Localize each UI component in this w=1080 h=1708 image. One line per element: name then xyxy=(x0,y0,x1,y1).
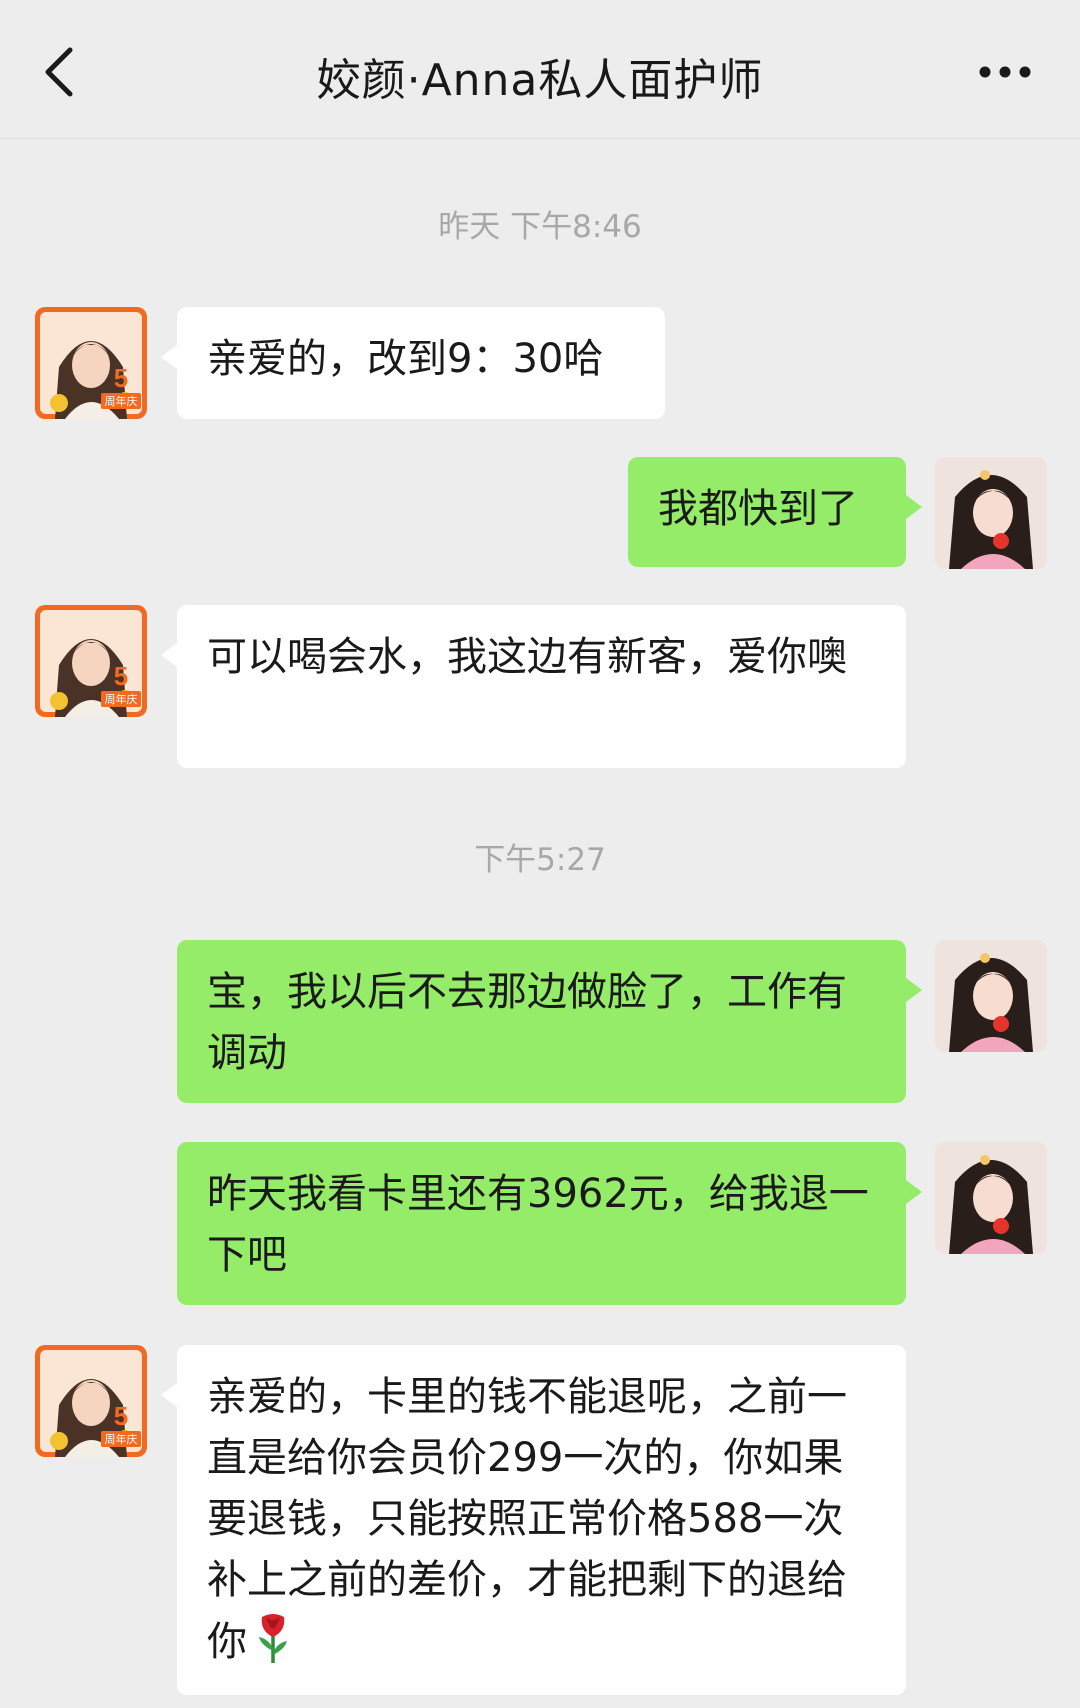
message-text: 宝，我以后不去那边做脸了，工作有调动 xyxy=(207,969,847,1076)
message-text: 可以喝会水，我这边有新客，爱你噢 xyxy=(207,634,847,680)
badge-number: 5 xyxy=(114,1401,128,1431)
my-avatar[interactable] xyxy=(935,457,1047,569)
message-text: 我都快到了 xyxy=(658,486,858,532)
avatar-photo xyxy=(935,940,1047,1052)
contact-avatar[interactable]: 5 周年庆 xyxy=(35,605,147,717)
my-avatar[interactable] xyxy=(935,940,1047,1052)
timestamp: 下午5:27 xyxy=(474,842,606,878)
avatar-photo xyxy=(935,1142,1047,1254)
avatar-illustration: 5 周年庆 xyxy=(35,1345,147,1457)
contact-avatar[interactable]: 5 周年庆 xyxy=(35,307,147,419)
avatar-photo xyxy=(935,457,1047,569)
badge-label: 周年庆 xyxy=(105,1432,138,1446)
more-dots-icon xyxy=(979,66,1031,78)
message-bubble[interactable]: 我都快到了 xyxy=(628,457,922,567)
message-bubble[interactable]: 亲爱的，改到9：30哈 xyxy=(161,307,665,419)
contact-avatar[interactable]: 5 周年庆 xyxy=(35,1345,147,1457)
message-text: 亲爱的，改到9：30哈 xyxy=(207,336,604,382)
more-button[interactable] xyxy=(976,60,1034,84)
badge-number: 5 xyxy=(114,363,128,393)
timestamp: 昨天 下午8:46 xyxy=(438,209,642,245)
message-text: 昨天我看卡里还有3962元，给我退一下吧 xyxy=(207,1171,869,1278)
message-bubble[interactable]: 可以喝会水，我这边有新客，爱你噢 xyxy=(161,605,906,768)
badge-label: 周年庆 xyxy=(105,692,138,706)
badge-label: 周年庆 xyxy=(105,394,138,408)
chat-header: 姣颜·Anna私人面护师 xyxy=(0,0,1080,139)
message-text: 亲爱的，卡里的钱不能退呢，之前一直是给你会员价299一次的，你如果要退钱，只能按… xyxy=(207,1374,847,1665)
message-bubble[interactable]: 亲爱的，卡里的钱不能退呢，之前一直是给你会员价299一次的，你如果要退钱，只能按… xyxy=(161,1345,906,1695)
badge-number: 5 xyxy=(114,661,128,691)
chat-title: 姣颜·Anna私人面护师 xyxy=(316,55,764,106)
avatar-illustration: 5 周年庆 xyxy=(35,605,147,717)
rose-icon xyxy=(253,1611,293,1683)
message-bubble[interactable]: 宝，我以后不去那边做脸了，工作有调动 xyxy=(177,940,922,1103)
message-bubble[interactable]: 昨天我看卡里还有3962元，给我退一下吧 xyxy=(177,1142,922,1305)
my-avatar[interactable] xyxy=(935,1142,1047,1254)
avatar-illustration: 5 周年庆 xyxy=(35,307,147,419)
